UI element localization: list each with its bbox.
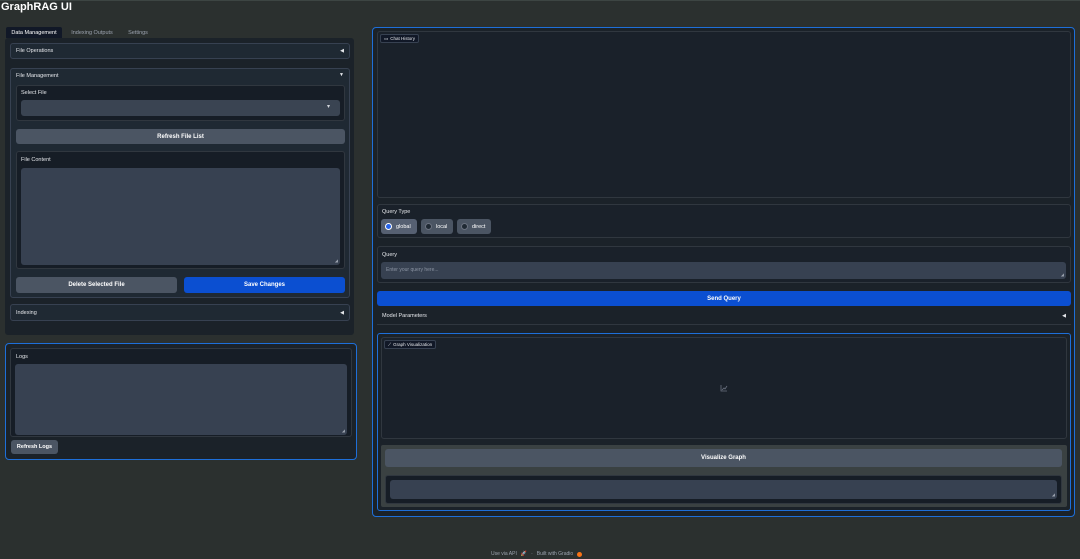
refresh-logs-button[interactable]: Refresh Logs bbox=[11, 440, 58, 454]
expanded-arrow-icon[interactable]: ▼ bbox=[339, 72, 344, 78]
graph-plot-area: ⟋ Graph Visualization bbox=[381, 337, 1067, 439]
file-operations-accordion[interactable]: File Operations ◀ bbox=[10, 43, 350, 59]
resize-grip-icon[interactable]: ◢ bbox=[1052, 492, 1055, 497]
tab-settings[interactable]: Settings bbox=[124, 27, 152, 38]
graph-visualization-label: Graph Visualization bbox=[393, 342, 433, 347]
plot-placeholder-icon bbox=[720, 385, 728, 392]
footer: Use via API 🚀 · Built with Gradio bbox=[491, 550, 583, 558]
chevron-down-icon[interactable]: ▾ bbox=[327, 103, 330, 110]
app-title: GraphRAG UI bbox=[1, 1, 72, 13]
visualize-graph-button[interactable]: Visualize Graph bbox=[385, 449, 1062, 467]
radio-global-label: global bbox=[396, 223, 411, 230]
indexing-label: Indexing bbox=[16, 310, 37, 316]
refresh-file-list-button[interactable]: Refresh File List bbox=[16, 129, 345, 144]
tab-indexing-outputs[interactable]: Indexing Outputs bbox=[66, 27, 118, 38]
radio-local[interactable]: local bbox=[421, 219, 453, 234]
send-query-button[interactable]: Send Query bbox=[377, 291, 1071, 306]
query-placeholder: Enter your query here... bbox=[386, 267, 439, 273]
chat-history-area: ▭ Chat History bbox=[377, 31, 1071, 198]
radio-direct[interactable]: direct bbox=[457, 219, 491, 234]
indexing-accordion[interactable]: Indexing ◀ bbox=[10, 304, 350, 321]
footer-separator: · bbox=[531, 551, 533, 557]
file-management-label: File Management bbox=[16, 73, 59, 79]
radio-local-label: local bbox=[436, 223, 448, 230]
delete-selected-file-button[interactable]: Delete Selected File bbox=[16, 277, 177, 293]
file-operations-label: File Operations bbox=[16, 48, 54, 54]
graph-output-textarea[interactable]: ◢ bbox=[390, 480, 1057, 499]
chat-history-chip: ▭ Chat History bbox=[380, 34, 420, 43]
chat-history-label: Chat History bbox=[390, 36, 416, 41]
save-changes-button[interactable]: Save Changes bbox=[184, 277, 345, 293]
resize-grip-icon[interactable]: ◢ bbox=[1061, 272, 1064, 277]
radio-direct-label: direct bbox=[472, 223, 486, 230]
title-divider bbox=[0, 0, 1080, 1]
radio-global[interactable]: global bbox=[381, 219, 417, 234]
query-type-label: Query Type bbox=[382, 209, 411, 215]
graph-visualization-chip: ⟋ Graph Visualization bbox=[384, 340, 437, 349]
collapsed-arrow-icon[interactable]: ◀ bbox=[340, 310, 344, 316]
query-input[interactable]: Enter your query here... ◢ bbox=[381, 262, 1066, 279]
model-parameters-accordion[interactable]: Model Parameters ◀ bbox=[377, 309, 1071, 325]
chart-icon: ⟋ bbox=[388, 342, 392, 347]
query-label: Query bbox=[382, 252, 397, 258]
built-with-gradio-link[interactable]: Built with Gradio bbox=[537, 551, 573, 557]
file-content-textarea[interactable]: ◢ bbox=[21, 168, 340, 265]
rocket-icon: 🚀 bbox=[520, 551, 528, 557]
chat-icon: ▭ bbox=[384, 35, 389, 41]
select-file-label: Select File bbox=[21, 90, 47, 96]
radio-unselected-icon[interactable] bbox=[461, 223, 468, 230]
model-parameters-label: Model Parameters bbox=[382, 313, 427, 319]
radio-selected-icon[interactable] bbox=[385, 223, 392, 230]
radio-unselected-icon[interactable] bbox=[425, 223, 432, 230]
tab-data-management[interactable]: Data Management bbox=[6, 27, 62, 38]
gradio-logo-icon bbox=[577, 551, 583, 557]
collapsed-arrow-icon[interactable]: ◀ bbox=[340, 48, 344, 54]
file-content-label: File Content bbox=[21, 157, 51, 163]
use-via-api-link[interactable]: Use via API bbox=[491, 551, 517, 557]
resize-grip-icon[interactable]: ◢ bbox=[335, 258, 338, 263]
logs-label: Logs bbox=[16, 354, 28, 360]
resize-grip-icon[interactable]: ◢ bbox=[342, 428, 345, 433]
logs-textarea[interactable]: ◢ bbox=[15, 364, 347, 435]
select-file-dropdown[interactable]: ▾ bbox=[21, 100, 340, 116]
collapsed-arrow-icon[interactable]: ◀ bbox=[1062, 313, 1066, 319]
